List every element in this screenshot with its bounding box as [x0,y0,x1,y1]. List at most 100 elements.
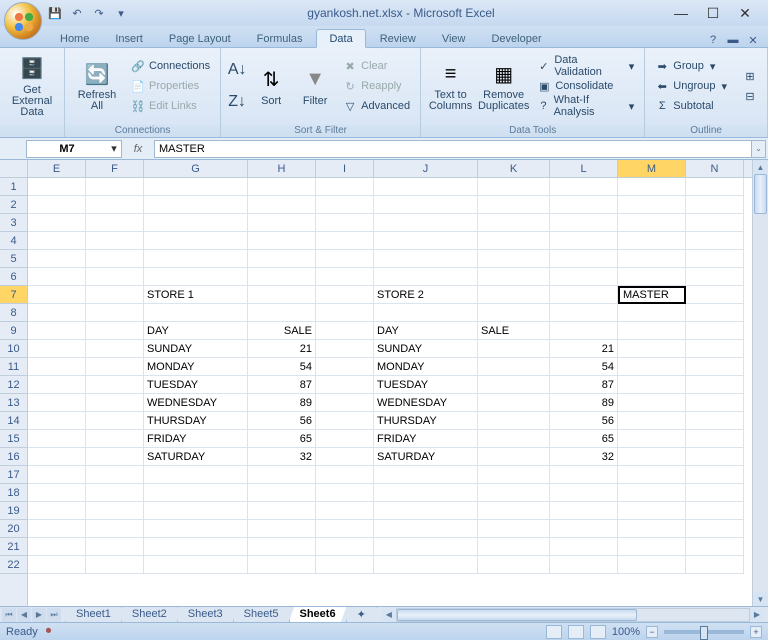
scroll-up-button[interactable]: ▲ [753,160,768,174]
cell-M21[interactable] [618,538,686,556]
cell-K11[interactable] [478,358,550,376]
cell-N12[interactable] [686,376,744,394]
sort-desc-button[interactable]: Z↓ [227,87,247,117]
cell-F13[interactable] [86,394,144,412]
row-header-8[interactable]: 8 [0,304,27,322]
cell-F7[interactable] [86,286,144,304]
cell-G15[interactable]: FRIDAY [144,430,248,448]
cell-E17[interactable] [28,466,86,484]
qat-redo-icon[interactable]: ↷ [90,4,108,22]
cell-N1[interactable] [686,178,744,196]
ribbon-tab-view[interactable]: View [430,30,478,47]
cell-M20[interactable] [618,520,686,538]
cell-K7[interactable] [478,286,550,304]
row-header-12[interactable]: 12 [0,376,27,394]
row-header-4[interactable]: 4 [0,232,27,250]
row-header-7[interactable]: 7 [0,286,27,304]
cell-G3[interactable] [144,214,248,232]
cell-J10[interactable]: SUNDAY [374,340,478,358]
row-header-1[interactable]: 1 [0,178,27,196]
get-external-data-button[interactable]: 🗄️ Get External Data [6,53,58,119]
cell-N8[interactable] [686,304,744,322]
cell-N19[interactable] [686,502,744,520]
cell-F22[interactable] [86,556,144,574]
cell-I17[interactable] [316,466,374,484]
cell-K10[interactable] [478,340,550,358]
cell-H3[interactable] [248,214,316,232]
cell-H4[interactable] [248,232,316,250]
cell-E18[interactable] [28,484,86,502]
sort-button[interactable]: ⇅ Sort [251,53,291,119]
cell-K19[interactable] [478,502,550,520]
cell-K22[interactable] [478,556,550,574]
cell-L18[interactable] [550,484,618,502]
cell-E12[interactable] [28,376,86,394]
cell-F5[interactable] [86,250,144,268]
edit-links-button[interactable]: ⛓️Edit Links [127,96,214,116]
cell-K6[interactable] [478,268,550,286]
cell-H18[interactable] [248,484,316,502]
next-sheet-button[interactable]: ▶ [32,608,46,622]
cell-M13[interactable] [618,394,686,412]
cell-J14[interactable]: THURSDAY [374,412,478,430]
row-header-13[interactable]: 13 [0,394,27,412]
cell-F17[interactable] [86,466,144,484]
sheet-tab-sheet5[interactable]: Sheet5 [233,607,290,623]
properties-button[interactable]: 📄Properties [127,76,214,96]
cell-K21[interactable] [478,538,550,556]
cell-N20[interactable] [686,520,744,538]
cell-M1[interactable] [618,178,686,196]
cell-N22[interactable] [686,556,744,574]
column-header-L[interactable]: L [550,160,618,177]
cell-F9[interactable] [86,322,144,340]
cell-K18[interactable] [478,484,550,502]
cell-F18[interactable] [86,484,144,502]
horizontal-scrollbar[interactable]: ◀ ▶ [396,608,750,622]
cell-E6[interactable] [28,268,86,286]
qat-customize-icon[interactable]: ▾ [112,4,130,22]
column-header-I[interactable]: I [316,160,374,177]
group-button[interactable]: ➡Group▾ [651,56,731,76]
macro-record-icon[interactable]: ⏺ [46,625,52,638]
row-header-11[interactable]: 11 [0,358,27,376]
cell-J18[interactable] [374,484,478,502]
cell-K17[interactable] [478,466,550,484]
cell-H16[interactable]: 32 [248,448,316,466]
cell-J13[interactable]: WEDNESDAY [374,394,478,412]
cell-L9[interactable] [550,322,618,340]
cell-L12[interactable]: 87 [550,376,618,394]
cell-N10[interactable] [686,340,744,358]
cell-G14[interactable]: THURSDAY [144,412,248,430]
cell-K20[interactable] [478,520,550,538]
cell-J22[interactable] [374,556,478,574]
data-validation-button[interactable]: ✓Data Validation▾ [533,56,638,76]
cell-H6[interactable] [248,268,316,286]
refresh-all-button[interactable]: 🔄 Refresh All [71,53,123,119]
cell-I3[interactable] [316,214,374,232]
cell-H11[interactable]: 54 [248,358,316,376]
zoom-slider[interactable] [664,630,744,634]
cell-F21[interactable] [86,538,144,556]
column-header-E[interactable]: E [28,160,86,177]
cell-F8[interactable] [86,304,144,322]
cell-K13[interactable] [478,394,550,412]
cell-L22[interactable] [550,556,618,574]
cell-K9[interactable]: SALE [478,322,550,340]
whatif-analysis-button[interactable]: ?What-If Analysis▾ [533,96,638,116]
cell-M15[interactable] [618,430,686,448]
cell-L7[interactable] [550,286,618,304]
cell-E13[interactable] [28,394,86,412]
consolidate-button[interactable]: ▣Consolidate [533,76,638,96]
prev-sheet-button[interactable]: ◀ [17,608,31,622]
cell-G18[interactable] [144,484,248,502]
cell-G22[interactable] [144,556,248,574]
cell-H12[interactable]: 87 [248,376,316,394]
cell-N13[interactable] [686,394,744,412]
cell-G13[interactable]: WEDNESDAY [144,394,248,412]
cell-F19[interactable] [86,502,144,520]
cell-L5[interactable] [550,250,618,268]
ribbon-tab-review[interactable]: Review [368,30,428,47]
cell-L13[interactable]: 89 [550,394,618,412]
row-header-22[interactable]: 22 [0,556,27,574]
row-header-14[interactable]: 14 [0,412,27,430]
